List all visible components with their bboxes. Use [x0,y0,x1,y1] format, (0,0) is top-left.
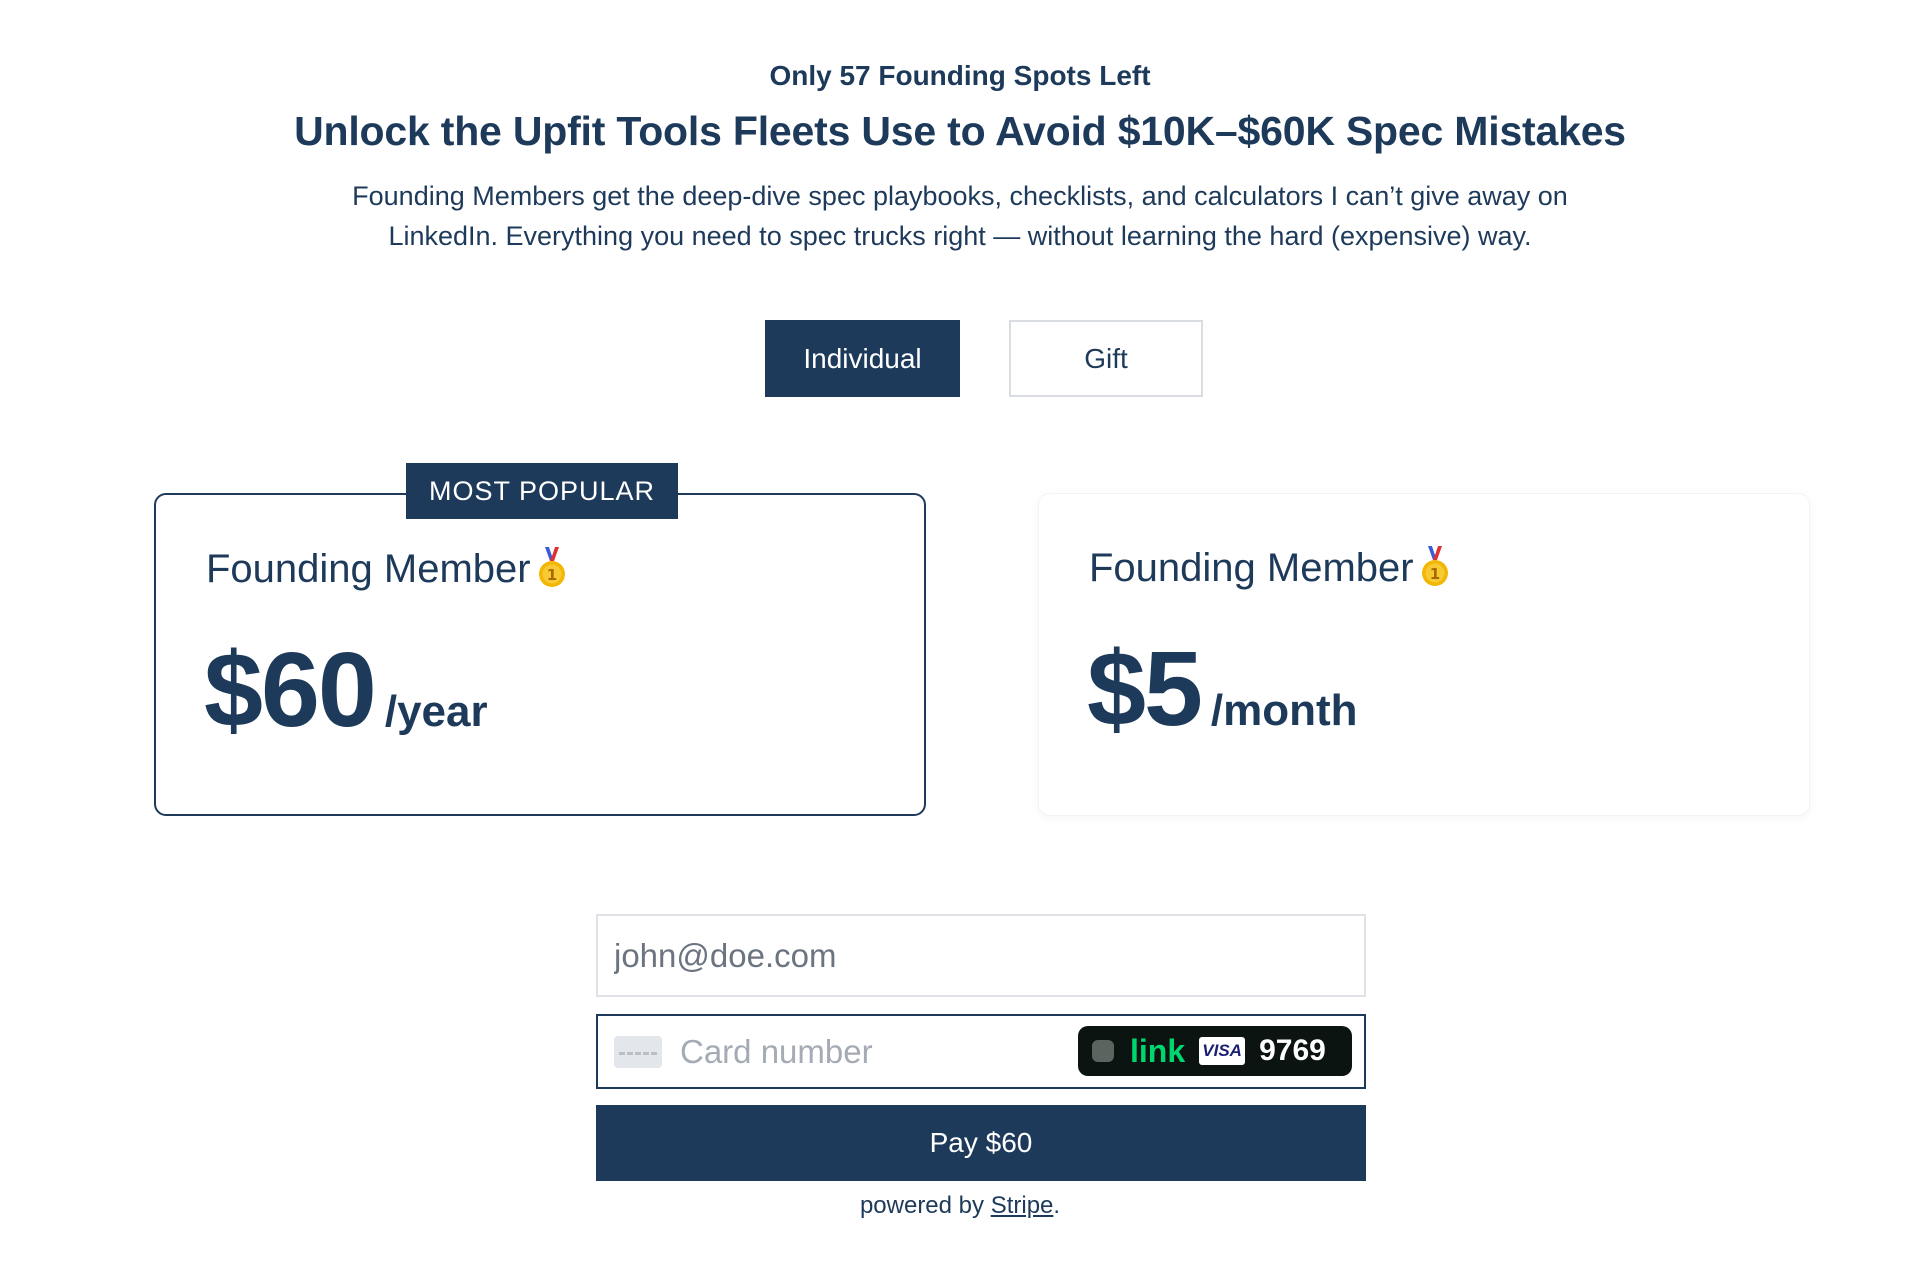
powered-by-suffix: . [1053,1192,1061,1219]
most-popular-badge: MOST POPULAR [406,463,678,519]
plan-card-yearly[interactable]: MOST POPULAR Founding Member 1 $60 /year [154,463,926,816]
stripe-link-autofill-button[interactable]: link VISA 9769 [1078,1026,1352,1076]
plan-name: Founding Member 1 [206,546,569,592]
plan-price: $5 /month [1087,629,1358,750]
page-title: Unlock the Upfit Tools Fleets Use to Avo… [294,108,1626,154]
tab-individual[interactable]: Individual [765,320,960,397]
price-amount: $60 [204,631,377,749]
plan-name: Founding Member 1 [1089,545,1452,591]
plan-card-monthly[interactable]: Founding Member 1 $5 /month [1038,493,1810,816]
plan-price: $60 /year [204,630,488,751]
spots-left-text: Only 57 Founding Spots Left [769,60,1151,91]
card-number-field[interactable]: link VISA 9769 [596,1014,1366,1089]
page-description: Founding Members get the deep-dive spec … [352,181,1568,251]
card-number-input[interactable] [678,1031,1042,1072]
powered-by-stripe: powered by Stripe. [0,1192,1920,1220]
first-place-medal-icon: 1 [538,546,565,587]
credit-card-icon [614,1035,662,1068]
pay-button[interactable]: Pay $60 [596,1105,1366,1181]
svg-text:1: 1 [1429,565,1439,583]
price-amount: $5 [1087,630,1203,748]
stripe-link[interactable]: Stripe [991,1192,1054,1219]
checkout-page: Only 57 Founding Spots Left Unlock the U… [0,0,1920,1282]
first-place-medal-icon: 1 [1421,545,1448,586]
email-field[interactable] [596,914,1366,997]
visa-icon: VISA [1199,1037,1246,1065]
powered-by-prefix: powered by [859,1192,991,1219]
plan-name-label: Founding Member [1089,546,1414,590]
link-toggle-icon [1092,1040,1114,1062]
link-logo: link [1130,1032,1186,1069]
card-last4: 9769 [1259,1034,1326,1067]
price-period: /year [384,687,488,736]
svg-text:1: 1 [546,566,556,584]
price-period: /month [1210,686,1358,735]
tab-gift[interactable]: Gift [1009,320,1203,397]
plan-name-label: Founding Member [206,547,531,591]
